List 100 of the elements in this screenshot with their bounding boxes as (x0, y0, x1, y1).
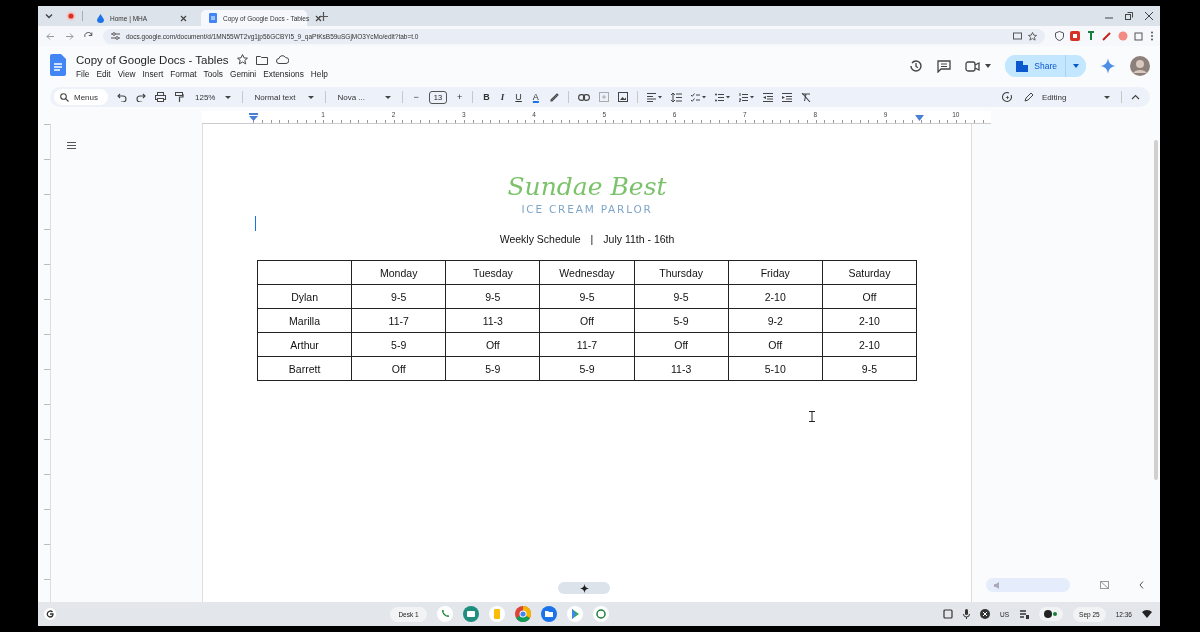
menu-search-field[interactable]: Menus (54, 89, 108, 105)
install-icon[interactable] (1013, 31, 1022, 41)
menu-item[interactable]: File (76, 68, 90, 79)
link-icon[interactable] (577, 93, 590, 101)
folder-app-icon[interactable] (540, 606, 557, 622)
phone-app-icon[interactable] (436, 606, 453, 622)
shield-icon[interactable] (1055, 31, 1064, 41)
comment-icon[interactable] (937, 59, 952, 73)
puzzle-icon[interactable] (1134, 31, 1144, 41)
increase-size-button[interactable]: + (456, 92, 464, 102)
forward-icon[interactable] (65, 31, 74, 41)
restore-icon[interactable] (1125, 12, 1133, 20)
video-camera-icon (965, 60, 981, 72)
table-cell: Off (539, 308, 635, 333)
screen-app-icon[interactable] (462, 606, 479, 622)
menu-item[interactable]: Format (170, 68, 197, 79)
table-cell: 5-9 (351, 332, 446, 357)
paint-format-icon[interactable] (175, 91, 184, 103)
menu-item[interactable]: Gemini (229, 68, 257, 79)
scrollbar[interactable] (1154, 140, 1158, 480)
browser-app-icon[interactable] (514, 606, 531, 622)
sparkle-icon[interactable] (1100, 58, 1116, 74)
caret-icon (1104, 95, 1110, 99)
menu-item[interactable]: View (117, 68, 136, 79)
logo-tagline: ICE CREAM PARLOR (521, 203, 653, 215)
status-pill[interactable] (1039, 607, 1064, 621)
stop-icon[interactable] (980, 609, 991, 619)
wifi-icon[interactable] (1142, 610, 1152, 618)
cloud-icon[interactable] (275, 55, 289, 64)
extension-icon[interactable] (1086, 31, 1096, 41)
chevron-down-icon[interactable] (44, 11, 54, 21)
chevron-up-icon[interactable] (1131, 94, 1140, 100)
sparkle-button[interactable] (558, 582, 610, 594)
row-header: Dylan (257, 284, 352, 309)
new-tab-icon[interactable] (319, 11, 328, 21)
caret-icon (985, 64, 992, 68)
indent-marker-icon[interactable] (249, 113, 258, 121)
app-icon[interactable] (592, 606, 609, 622)
close-icon[interactable] (315, 14, 323, 22)
table-cell: 11-7 (351, 308, 446, 333)
text-style-dropdown[interactable]: Normal text (252, 92, 317, 102)
line-spacing-icon[interactable] (670, 92, 682, 102)
more-icon[interactable] (1150, 31, 1154, 41)
undo-icon[interactable] (117, 92, 127, 102)
format-button[interactable]: B (482, 92, 491, 102)
table-cell: 9-5 (539, 284, 635, 309)
table-cell: 5-9 (445, 356, 540, 381)
menu-item[interactable]: Edit (96, 68, 111, 79)
menu-item[interactable]: Extensions (263, 68, 304, 79)
close-icon[interactable] (180, 14, 187, 22)
back-icon[interactable] (46, 31, 55, 41)
history-icon[interactable] (909, 59, 924, 73)
document-title[interactable]: Copy of Google Docs - Tables (76, 53, 229, 66)
caret-icon (385, 95, 392, 99)
launcher-icon[interactable] (44, 608, 56, 620)
menu-item[interactable]: Help (310, 68, 328, 79)
image-icon[interactable] (617, 92, 628, 102)
video-call-button[interactable] (965, 60, 992, 72)
outline-icon[interactable] (67, 142, 76, 149)
bulleted-list-icon[interactable] (714, 92, 730, 102)
site-settings-icon[interactable] (111, 32, 120, 40)
align-left-icon[interactable] (646, 92, 662, 102)
star-icon[interactable] (1028, 31, 1037, 41)
pen-icon[interactable] (1102, 31, 1112, 41)
table-cell: 11-3 (634, 356, 729, 381)
heading-text: | (590, 233, 594, 245)
highlighter-icon[interactable] (548, 92, 559, 102)
menu-item[interactable]: Tools (203, 68, 223, 79)
play-store-icon[interactable] (566, 606, 583, 622)
increase-indent-icon[interactable] (781, 92, 792, 102)
folder-icon[interactable] (255, 54, 268, 65)
indent-marker-icon[interactable] (915, 115, 924, 121)
avatar-icon[interactable] (1130, 56, 1150, 76)
close-icon[interactable] (1145, 12, 1153, 20)
docs-logo-icon[interactable] (50, 54, 66, 76)
share-options-button[interactable] (1065, 55, 1086, 77)
decrease-size-button[interactable]: − (412, 92, 420, 102)
format-button[interactable]: U (514, 92, 523, 102)
chevron-left-icon[interactable] (1139, 581, 1144, 589)
sparkle-pen-icon[interactable] (1002, 91, 1013, 103)
column-header: Thursday (634, 260, 729, 285)
format-button[interactable]: I (499, 92, 506, 102)
table-cell: Off (351, 356, 446, 381)
menu-item[interactable]: Insert (142, 68, 164, 79)
clear-formatting-icon[interactable] (800, 92, 811, 102)
font-dropdown[interactable]: Nova ... (335, 92, 394, 102)
microphone-icon[interactable] (963, 609, 971, 619)
clipboard-icon[interactable] (943, 609, 954, 619)
extension-icon[interactable] (1070, 31, 1080, 41)
redo-icon[interactable] (136, 92, 146, 102)
print-icon[interactable] (155, 92, 166, 102)
numbered-list-icon[interactable] (738, 92, 754, 102)
captions-off-icon[interactable] (1100, 581, 1109, 589)
format-button[interactable]: A (531, 92, 540, 102)
checklist-icon[interactable] (690, 92, 706, 102)
table-cell: 5-9 (634, 308, 729, 333)
star-icon[interactable] (236, 54, 248, 65)
decrease-indent-icon[interactable] (762, 92, 773, 102)
mode-dropdown[interactable]: Editing (1022, 92, 1112, 102)
zoom-dropdown[interactable]: 125% (193, 92, 234, 102)
